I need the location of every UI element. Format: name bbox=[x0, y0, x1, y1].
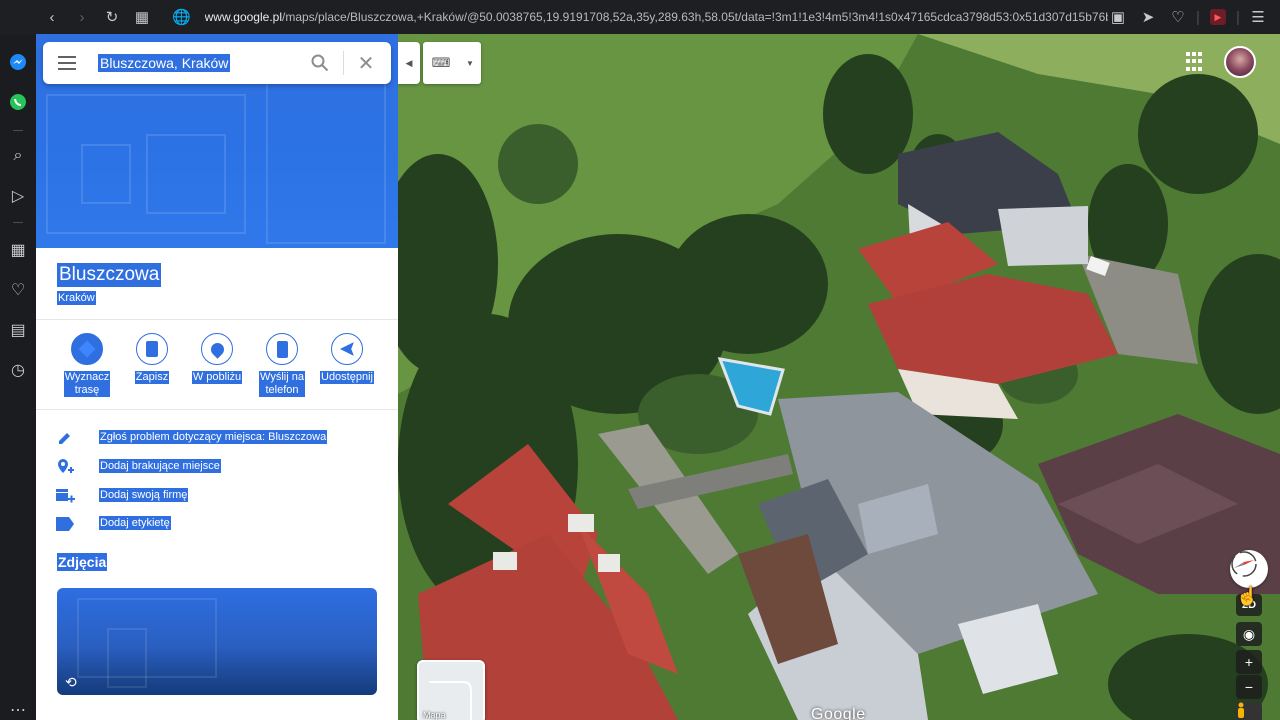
zoom-out-button[interactable]: − bbox=[1236, 675, 1262, 699]
my-location-icon[interactable]: ◉ bbox=[1236, 622, 1262, 646]
back-icon[interactable]: ‹ bbox=[38, 3, 66, 31]
hero-door-outline bbox=[81, 144, 131, 204]
whatsapp-icon[interactable] bbox=[6, 90, 30, 114]
add-location-icon bbox=[54, 456, 76, 478]
avatar[interactable] bbox=[1224, 46, 1256, 78]
opera-sidebar: ⌕ ▷ ▦ ♡ ▤ ◷ ⋯ bbox=[0, 34, 36, 720]
compass-icon[interactable] bbox=[1230, 550, 1268, 588]
news-icon[interactable]: ▤ bbox=[6, 318, 30, 342]
url-path: /maps/place/Bluszczowa,+Kraków/@50.00387… bbox=[282, 10, 1108, 24]
photo-thumbnail[interactable]: ⟲ bbox=[57, 588, 377, 695]
send-to-phone-label: Wyślij na telefon bbox=[259, 371, 305, 397]
chevron-down-icon[interactable]: ▼ bbox=[459, 59, 481, 68]
bookmark-icon bbox=[136, 333, 168, 365]
tabs-grid-icon[interactable]: ▦ bbox=[128, 3, 156, 31]
sidebar-divider bbox=[13, 130, 23, 131]
suggestion-item[interactable]: Zgłoś problem dotyczący miejsca: Bluszcz… bbox=[54, 427, 328, 449]
pencil-icon bbox=[54, 427, 76, 449]
keyboard-icon: ⌨ bbox=[431, 55, 451, 70]
divider-icon: | bbox=[1196, 8, 1200, 26]
satellite-map[interactable]: ◀ ⌨ ▼ Mapa Google 2D ◉ + − ☝ bbox=[398, 34, 1280, 720]
share-label: Udostępnij bbox=[320, 371, 374, 384]
suggestion-text: Dodaj brakujące miejsce bbox=[99, 459, 221, 473]
history-icon[interactable]: ◷ bbox=[6, 358, 30, 382]
mouse-cursor-icon: ☝ bbox=[1236, 586, 1259, 606]
phone-icon bbox=[266, 333, 298, 365]
directions-button[interactable]: Wyznacz trasę bbox=[57, 333, 117, 398]
suggestion-item[interactable]: Dodaj swoją firmę bbox=[54, 485, 189, 507]
browser-right-tools: ▣ ➤ ♡ | ▶ | ☰ bbox=[1104, 3, 1272, 31]
share-icon bbox=[331, 333, 363, 365]
share-button[interactable]: Udostępnij bbox=[317, 333, 377, 385]
suggestion-item[interactable]: Dodaj etykietę bbox=[54, 513, 171, 535]
messenger-icon[interactable] bbox=[6, 50, 30, 74]
save-label: Zapisz bbox=[134, 371, 170, 384]
divider bbox=[36, 319, 398, 320]
more-icon[interactable]: ⋯ bbox=[6, 698, 30, 720]
heart-icon[interactable]: ♡ bbox=[6, 278, 30, 302]
google-logo: Google bbox=[811, 706, 866, 720]
hero-wall-outline bbox=[266, 74, 386, 244]
photo-door-outline bbox=[107, 628, 147, 688]
pegman-icon[interactable] bbox=[1236, 702, 1262, 720]
menu-lines-icon[interactable]: ☰ bbox=[1244, 3, 1272, 31]
street-view-360-icon: ⟲ bbox=[65, 674, 77, 690]
google-apps-icon[interactable] bbox=[1186, 52, 1206, 72]
input-tools-button[interactable]: ⌨ ▼ bbox=[423, 42, 481, 84]
map-imagery bbox=[398, 34, 1280, 720]
label-icon bbox=[54, 513, 76, 535]
search-icon[interactable]: ⌕ bbox=[6, 144, 30, 168]
hero-window-outline bbox=[146, 134, 226, 214]
add-business-icon bbox=[54, 485, 76, 507]
extension-icon[interactable]: ▶ bbox=[1204, 3, 1232, 31]
address-bar[interactable]: 🌐 www.google.pl/maps/place/Bluszczowa,+K… bbox=[168, 3, 1108, 31]
sidebar-divider bbox=[13, 222, 23, 223]
photos-heading: Zdjęcia bbox=[57, 553, 108, 571]
nearby-label: W pobliżu bbox=[191, 371, 243, 384]
save-button[interactable]: Zapisz bbox=[122, 333, 182, 385]
forward-icon[interactable]: › bbox=[68, 3, 96, 31]
photo-house-outline bbox=[77, 598, 217, 678]
suggestion-text: Dodaj swoją firmę bbox=[99, 488, 189, 502]
send-icon[interactable]: ➤ bbox=[1134, 3, 1162, 31]
reload-icon[interactable]: ↻ bbox=[98, 3, 126, 31]
send-to-phone-button[interactable]: Wyślij na telefon bbox=[252, 333, 312, 398]
divider-icon-2: | bbox=[1236, 8, 1240, 26]
send-icon[interactable]: ▷ bbox=[6, 184, 30, 208]
suggestion-text: Zgłoś problem dotyczący miejsca: Bluszcz… bbox=[99, 430, 328, 444]
nearby-icon bbox=[201, 333, 233, 365]
close-icon[interactable]: ✕ bbox=[353, 50, 379, 76]
divider bbox=[36, 409, 398, 410]
url-host: www.google.pl bbox=[204, 10, 282, 24]
heart-icon[interactable]: ♡ bbox=[1164, 3, 1192, 31]
nav-buttons: ‹ › ↻ ▦ bbox=[38, 3, 156, 31]
search-box[interactable]: Bluszczowa, Kraków ✕ bbox=[43, 42, 391, 84]
menu-icon[interactable] bbox=[43, 42, 91, 84]
collapse-panel-button[interactable]: ◀ bbox=[398, 42, 420, 84]
search-icon[interactable] bbox=[307, 50, 333, 76]
url-text[interactable]: www.google.pl/maps/place/Bluszczowa,+Kra… bbox=[205, 10, 1108, 24]
directions-label: Wyznacz trasę bbox=[63, 371, 111, 397]
search-input[interactable]: Bluszczowa, Kraków bbox=[98, 54, 231, 72]
speed-dial-icon[interactable]: ▦ bbox=[6, 238, 30, 262]
suggestion-item[interactable]: Dodaj brakujące miejsce bbox=[54, 456, 221, 478]
map-layer-toggle[interactable]: Mapa bbox=[417, 660, 485, 720]
directions-icon bbox=[71, 333, 103, 365]
minimap-label: Mapa bbox=[423, 710, 446, 720]
place-panel: Bluszczowa, Kraków ✕ Bluszczowa Kraków W… bbox=[36, 34, 398, 720]
place-title: Bluszczowa bbox=[57, 263, 162, 287]
suggestion-text: Dodaj etykietę bbox=[99, 516, 171, 530]
camera-icon[interactable]: ▣ bbox=[1104, 3, 1132, 31]
browser-toolbar: ‹ › ↻ ▦ 🌐 www.google.pl/maps/place/Blusz… bbox=[0, 0, 1280, 34]
nearby-button[interactable]: W pobliżu bbox=[187, 333, 247, 385]
search-divider bbox=[343, 51, 344, 75]
globe-icon: 🌐 bbox=[171, 9, 191, 26]
zoom-in-button[interactable]: + bbox=[1236, 650, 1262, 674]
place-subtitle[interactable]: Kraków bbox=[57, 291, 96, 305]
